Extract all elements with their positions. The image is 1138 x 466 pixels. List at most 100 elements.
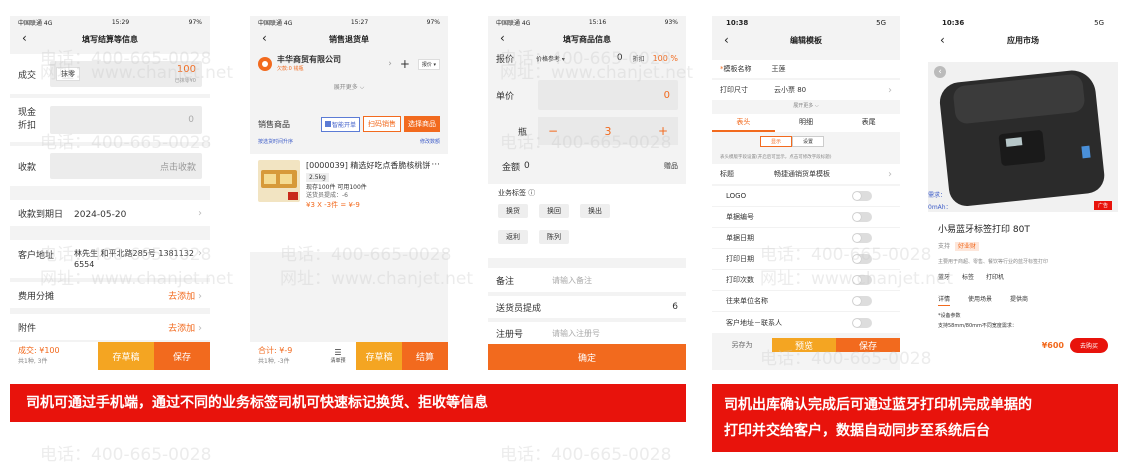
preview-button[interactable]: 预览 <box>772 338 836 352</box>
customer-avatar-icon <box>258 57 272 71</box>
remark-row[interactable]: 备注 请输入备注 <box>488 268 686 292</box>
time-label: 15:27 <box>350 18 369 26</box>
title-row[interactable]: 标题 畅捷通销货单模板 › <box>712 164 900 184</box>
toggle-label: 往来单位名称 <box>726 297 768 305</box>
tab-detail[interactable]: 详情 <box>938 294 951 306</box>
toggle-switch[interactable] <box>852 191 872 201</box>
fee-label: 费用分摊 <box>18 291 55 302</box>
param-line: 支持58mm/80mm不同宽度需求： <box>938 323 1017 329</box>
due-date-row[interactable]: 收款到期日 2024-05-20 › <box>10 200 210 226</box>
tag-out[interactable]: 换出 <box>580 204 610 218</box>
tag-exchange[interactable]: 换货 <box>498 204 528 218</box>
cash-label: 现金 <box>18 108 37 118</box>
tab-scenes[interactable]: 使用场景 <box>968 294 992 306</box>
sort-bar: 按选货时间升序 修改数额 <box>258 138 440 145</box>
customer-row[interactable]: 丰华商贸有限公司 欠款:0 钱瓶 › + 报价 ▾ <box>250 50 448 78</box>
tab-footer[interactable]: 表尾 <box>837 114 900 132</box>
tab-header[interactable]: 表头 <box>712 114 775 132</box>
section-label: 销售商品 <box>258 119 290 129</box>
toggle-switch[interactable] <box>852 317 872 328</box>
toggle-switch[interactable] <box>852 296 872 306</box>
fee-row[interactable]: 费用分摊 去添加 › <box>10 282 210 308</box>
back-icon[interactable]: ‹ <box>940 33 945 47</box>
title-value: 畅捷通销货单模板 <box>774 170 830 178</box>
template-name-row[interactable]: * 模板名称 王莲 <box>712 60 900 78</box>
commission-value: 6 <box>672 302 678 312</box>
buy-button[interactable]: 去购买 <box>1069 337 1108 353</box>
plus-icon[interactable]: + <box>400 57 410 71</box>
remark-input[interactable]: 请输入备注 <box>552 275 592 286</box>
attachment-label: 附件 <box>18 323 37 334</box>
feature-tag: 标签 <box>962 274 975 281</box>
price-ref-select[interactable]: 价格参考 ▾ <box>536 54 617 63</box>
product-card[interactable]: [0000039] 精选好吃点香脆核桃饼 ··· 2.5kg 现存100件 可用… <box>250 154 448 252</box>
attachment-row[interactable]: 附件 去添加 › <box>10 314 210 340</box>
expand-more[interactable]: 展开更多 ⌵ <box>712 102 900 109</box>
tag-display[interactable]: 陈列 <box>539 230 569 244</box>
more-icon[interactable]: ··· <box>431 160 440 171</box>
fee-add-link[interactable]: 去添加 <box>168 292 195 302</box>
select-product-button[interactable]: 选择商品 <box>404 116 440 132</box>
save-button[interactable]: 保存 <box>836 338 900 352</box>
scan-sale-button[interactable]: 扫码销售 <box>363 116 401 132</box>
back-icon[interactable]: ‹ <box>500 31 505 45</box>
back-icon[interactable]: ‹ <box>724 33 729 47</box>
confirm-button[interactable]: 确定 <box>488 344 686 370</box>
collect-button[interactable]: 点击收款 <box>50 153 202 179</box>
toggle-switch[interactable] <box>852 233 872 243</box>
tag-rebate[interactable]: 返利 <box>498 230 528 244</box>
cash-discount-row: 现金 折扣 0 <box>10 98 210 142</box>
status-bar: 10:36 5G <box>928 16 1118 30</box>
price-type-select[interactable]: 报价 ▾ <box>417 58 440 70</box>
save-draft-button[interactable]: 存草稿 <box>98 342 154 370</box>
product-spec: 2.5kg <box>306 173 329 182</box>
sort-left[interactable]: 按选货时间升序 <box>258 138 293 145</box>
time-label: 15:16 <box>588 18 607 26</box>
phone-return-order-screen: 中国联通 4G 15:27 97% ‹ 销售退货单 丰华商贸有限公司 欠款:0 … <box>250 16 448 370</box>
chevron-right-icon: › <box>198 207 202 219</box>
attachment-add-link[interactable]: 去添加 <box>168 324 195 334</box>
quantity-row: 瓶 − 3 + <box>488 116 686 146</box>
title-label: 标题 <box>720 170 734 178</box>
clear-list-button[interactable]: ☰ 清单预 <box>320 342 356 370</box>
cash-discount-input[interactable]: 0 <box>50 106 202 134</box>
settle-button[interactable]: 结算 <box>402 342 448 370</box>
toggle-row-logo: LOGO <box>712 186 900 207</box>
address-row[interactable]: 客户地址 林先生 和平北路285号 13811326554 › <box>10 240 210 278</box>
subtab-show[interactable]: 显示 <box>760 136 793 147</box>
smart-order-button[interactable]: 智能开单 <box>320 116 360 132</box>
deal-input[interactable]: 抹零 100 已抹零¥0 <box>50 61 202 87</box>
deal-label: 成交 <box>18 70 37 81</box>
tab-detail[interactable]: 明细 <box>775 114 838 132</box>
tag-return[interactable]: 换回 <box>539 204 569 218</box>
print-size-row[interactable]: 打印尺寸 云小票 80 › <box>712 80 900 100</box>
subtab-set[interactable]: 设置 <box>792 136 825 147</box>
chevron-right-icon: › <box>888 168 892 180</box>
minus-icon[interactable]: − <box>548 124 558 138</box>
regno-row[interactable]: 注册号 请输入注册号 <box>488 322 686 344</box>
price-value: ¥600 <box>1041 340 1064 350</box>
regno-input[interactable]: 请输入注册号 <box>552 328 600 339</box>
amount-label: 金额 <box>502 162 521 173</box>
save-button[interactable]: 保存 <box>154 342 210 370</box>
gift-label[interactable]: 赠品 <box>664 161 678 171</box>
toggle-switch[interactable] <box>852 275 872 285</box>
page-title: 销售退货单 <box>329 34 369 44</box>
biz-tag-section: 业务标签 ⓘ 换货 换回 换出 返利 陈列 <box>488 184 686 258</box>
back-icon[interactable]: ‹ <box>22 31 27 45</box>
sort-right[interactable]: 修改数额 <box>420 138 440 145</box>
expand-more[interactable]: 展开更多 ⌵ <box>250 82 448 92</box>
plus-icon[interactable]: + <box>658 124 668 138</box>
unit-price-input[interactable]: 0 <box>538 80 678 110</box>
save-draft-button[interactable]: 存草稿 <box>356 342 402 370</box>
save-as-button[interactable]: 另存为 <box>712 338 772 352</box>
moling-tag[interactable]: 抹零 <box>56 67 80 81</box>
back-icon[interactable]: ‹ <box>262 31 267 45</box>
toggle-switch[interactable] <box>852 254 872 264</box>
quantity-stepper[interactable]: − 3 + <box>538 117 678 145</box>
chevron-right-icon: › <box>388 59 392 69</box>
toggle-switch[interactable] <box>852 212 872 222</box>
tab-provider[interactable]: 提供商 <box>1010 294 1028 306</box>
discount-value: 100 % <box>652 53 678 63</box>
footer-bar: 另存为 预览 保存 <box>712 338 900 352</box>
